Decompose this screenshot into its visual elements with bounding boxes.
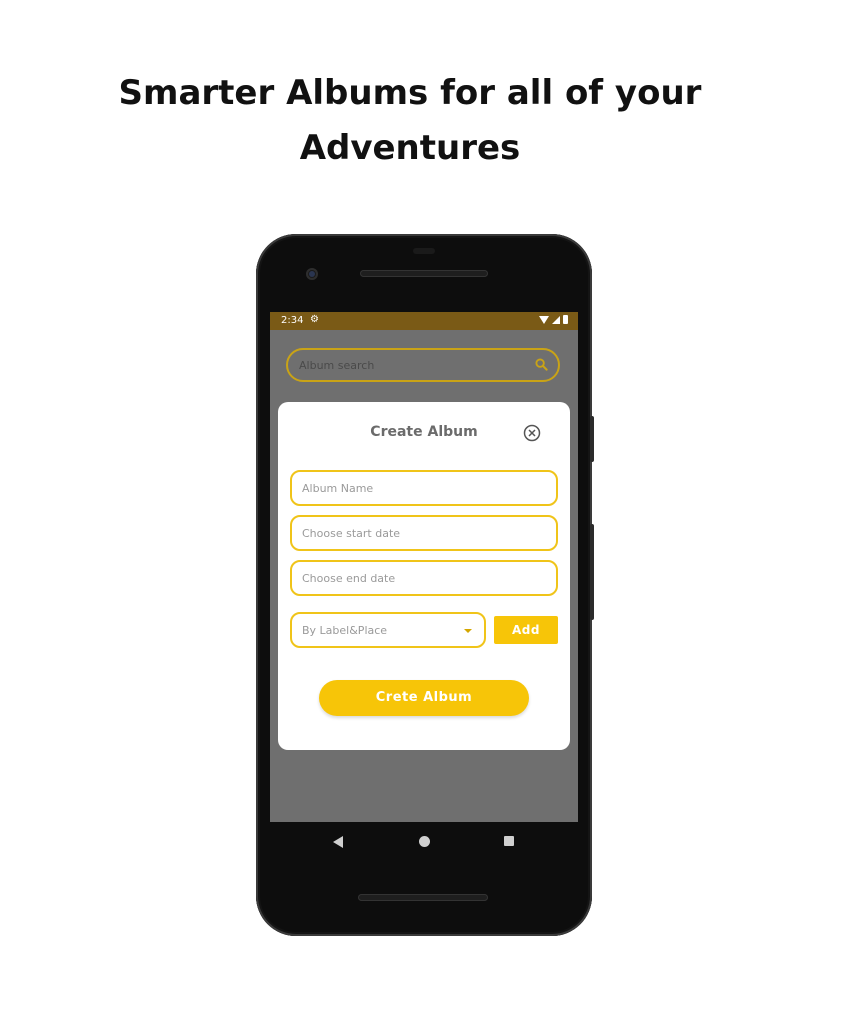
battery-icon	[563, 315, 568, 324]
status-time: 2:34	[281, 315, 304, 326]
wifi-icon	[539, 315, 549, 324]
headline-line-1: Smarter Albums for all of your	[118, 73, 702, 113]
start-date-placeholder: Choose start date	[302, 527, 401, 540]
search-placeholder: Album search	[299, 359, 375, 372]
label-place-dropdown[interactable]: By Label&Place	[290, 612, 486, 648]
create-album-button[interactable]: Crete Album	[319, 680, 529, 716]
back-icon[interactable]	[333, 836, 343, 848]
settings-gear-icon: ⚙	[310, 314, 319, 325]
chevron-down-icon	[464, 629, 472, 633]
status-bar: 2:34 ⚙	[270, 312, 578, 330]
headline-line-2: Adventures	[299, 128, 521, 168]
end-date-placeholder: Choose end date	[302, 572, 396, 585]
start-date-field[interactable]: Choose start date	[290, 515, 558, 551]
end-date-field[interactable]: Choose end date	[290, 560, 558, 596]
album-name-placeholder: Album Name	[302, 482, 374, 495]
album-search-input[interactable]: Album search	[286, 348, 560, 382]
app-screen: 2:34 ⚙ Album search Create Album Album N…	[270, 312, 578, 822]
volume-button	[590, 524, 594, 620]
power-button	[590, 416, 594, 462]
headline: Smarter Albums for all of your Adventure…	[100, 66, 720, 176]
front-camera-icon	[306, 268, 318, 280]
close-icon[interactable]	[523, 424, 541, 442]
recents-icon[interactable]	[504, 836, 514, 846]
signal-icon	[552, 315, 560, 324]
phone-frame: 2:34 ⚙ Album search Create Album Album N…	[256, 234, 594, 936]
earpiece-speaker	[360, 270, 488, 277]
bottom-speaker	[358, 894, 488, 901]
search-icon[interactable]	[535, 358, 548, 371]
home-icon[interactable]	[419, 836, 430, 847]
create-album-dialog: Create Album Album Name Choose start dat…	[278, 402, 570, 750]
navigation-bar	[270, 822, 578, 862]
add-button[interactable]: Add	[494, 616, 558, 644]
dropdown-selected: By Label&Place	[302, 624, 388, 637]
status-icons	[539, 315, 568, 324]
album-name-field[interactable]: Album Name	[290, 470, 558, 506]
proximity-sensor	[413, 248, 435, 254]
